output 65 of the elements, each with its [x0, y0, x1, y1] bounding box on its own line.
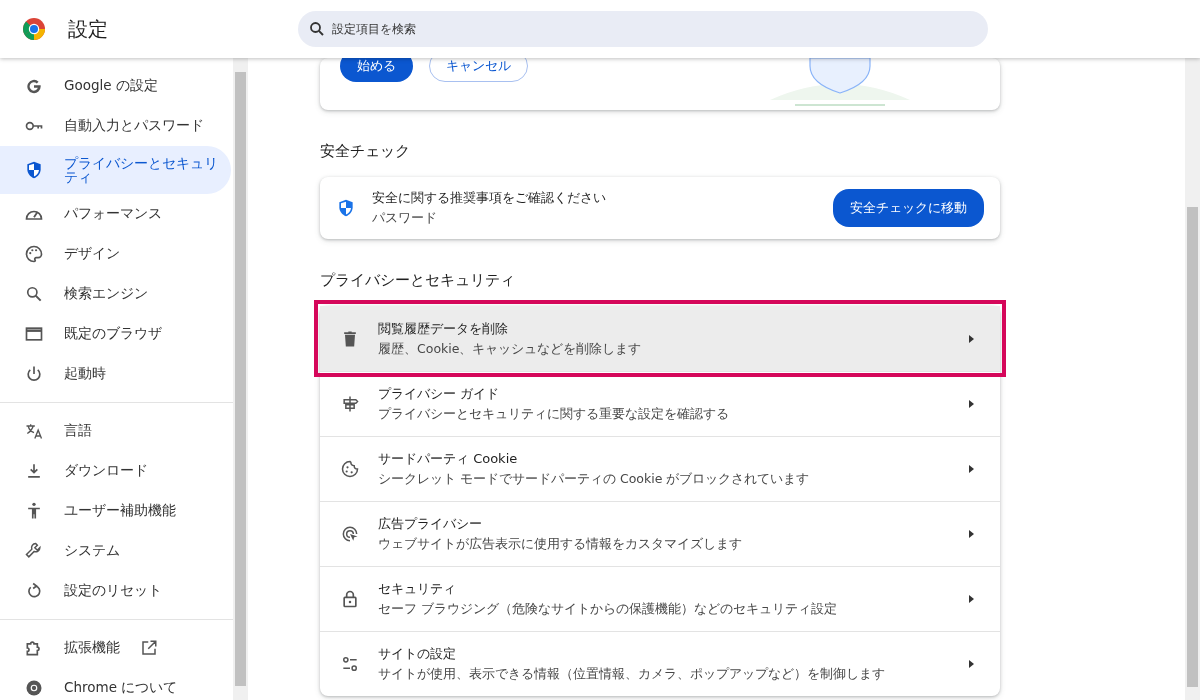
sidebar-item[interactable]: 言語	[0, 411, 231, 451]
sidebar-item[interactable]: デザイン	[0, 234, 231, 274]
row-title: サイトの設定	[378, 645, 457, 663]
section-heading: 安全チェック	[320, 142, 411, 161]
power-icon	[24, 364, 44, 384]
row-title: サードパーティ Cookie	[378, 450, 519, 468]
start-button[interactable]: 始める	[340, 58, 413, 82]
row-title: 広告プライバシー	[378, 515, 483, 533]
shield-icon	[336, 198, 356, 218]
caret-right-icon	[966, 399, 976, 409]
safety-check-title: 安全に関する推奨事項をご確認ください	[372, 189, 607, 207]
sidebar-item[interactable]: ダウンロード	[0, 451, 231, 491]
row-description: セーフ ブラウジング（危険なサイトからの保護機能）などのセキュリティ設定	[378, 601, 838, 618]
cookie-icon	[340, 459, 360, 479]
search-icon	[24, 284, 44, 304]
wrench-icon	[24, 541, 44, 561]
sidebar-item[interactable]: 既定のブラウザ	[0, 314, 231, 354]
external-link-icon[interactable]	[140, 639, 158, 657]
section-heading: プライバシーとセキュリティ	[320, 271, 516, 290]
sidebar-item[interactable]: パフォーマンス	[0, 194, 231, 234]
shield-icon	[24, 160, 44, 180]
signpost-icon	[340, 394, 360, 414]
page-title: 設定	[68, 15, 109, 43]
search-field[interactable]: 設定項目を検索	[298, 11, 988, 47]
sidebar-item[interactable]: Google の設定	[0, 66, 231, 106]
safety-check-button[interactable]: 安全チェックに移動	[833, 189, 984, 227]
caret-right-icon	[966, 333, 976, 344]
caret-right-icon	[966, 659, 976, 669]
sidebar-item[interactable]: 設定のリセット	[0, 571, 231, 611]
sidebar-item[interactable]: 拡張機能	[0, 628, 231, 668]
sidebar-item[interactable]: 自動入力とパスワード	[0, 106, 231, 146]
row-description: 履歴、Cookie、キャッシュなどを削除します	[378, 340, 643, 358]
sidebar-item[interactable]: ユーザー補助機能	[0, 491, 231, 531]
row-title: セキュリティ	[378, 580, 457, 598]
row-title: 閲覧履歴データを削除	[378, 319, 509, 338]
search-icon	[308, 20, 326, 38]
row-title: プライバシー ガイド	[378, 385, 501, 403]
caret-right-icon	[966, 594, 976, 604]
settings-row[interactable]: サードパーティ Cookie シークレット モードでサードパーティの Cookie がブロックされています	[320, 436, 1000, 501]
sidebar-item[interactable]: システム	[0, 531, 231, 571]
row-description: プライバシーとセキュリティに関する重要な設定を確認する	[378, 406, 730, 423]
sidebar-item[interactable]: プライバシーとセキュリティ	[0, 146, 231, 194]
row-description: サイトが使用、表示できる情報（位置情報、カメラ、ポップアップなど）を制御します	[378, 666, 886, 683]
sidebar-item[interactable]: Chrome について	[0, 668, 231, 700]
sidebar-item[interactable]: 起動時	[0, 354, 231, 394]
settings-row[interactable]: 広告プライバシー ウェブサイトが広告表示に使用する情報をカスタマイズします	[320, 501, 1000, 566]
caret-right-icon	[966, 529, 976, 539]
browser-window-icon	[24, 324, 44, 344]
settings-row[interactable]: サイトの設定 サイトが使用、表示できる情報（位置情報、カメラ、ポップアップなど）を制御します	[320, 631, 1000, 696]
scrollbar[interactable]	[1185, 58, 1200, 700]
settings-row[interactable]: セキュリティ セーフ ブラウジング（危険なサイトからの保護機能）などのセキュリティ設定	[320, 566, 1000, 631]
settings-row[interactable]: プライバシー ガイド プライバシーとセキュリティに関する重要な設定を確認する	[320, 371, 1000, 436]
sliders-icon	[340, 654, 360, 674]
scrollbar[interactable]	[233, 58, 248, 700]
lock-icon	[340, 589, 360, 609]
translate-icon	[24, 421, 44, 441]
safety-check-subtitle: パスワード	[372, 210, 438, 227]
caret-right-icon	[966, 464, 976, 474]
row-description: ウェブサイトが広告表示に使用する情報をカスタマイズします	[378, 536, 743, 553]
palette-icon	[24, 244, 44, 264]
row-description: シークレット モードでサードパーティの Cookie がブロックされています	[378, 471, 811, 488]
sidebar-item[interactable]: 検索エンジン	[0, 274, 231, 314]
ads-target-icon	[340, 524, 360, 544]
chrome-logo-icon	[22, 17, 46, 41]
cancel-button[interactable]: キャンセル	[429, 58, 528, 82]
